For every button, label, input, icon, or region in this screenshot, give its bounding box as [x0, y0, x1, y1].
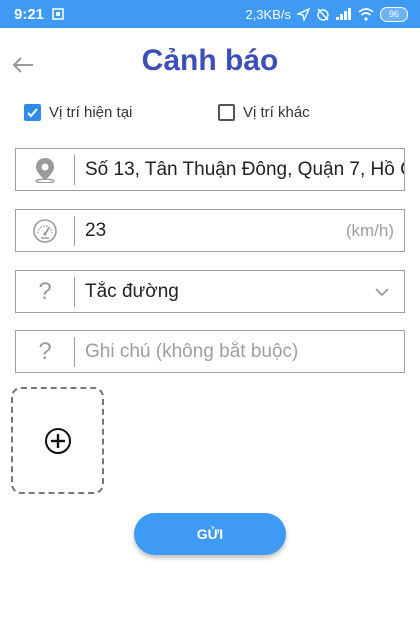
- checkbox-unchecked-icon[interactable]: [218, 104, 235, 121]
- battery-icon: 96: [380, 6, 408, 22]
- checkbox-checked-icon[interactable]: [24, 104, 41, 121]
- location-arrow-icon: [297, 7, 310, 21]
- network-speed: 2,3KB/s: [245, 6, 291, 22]
- question-icon: ?: [38, 277, 52, 305]
- speedometer-icon: [16, 210, 74, 251]
- status-time: 9:21: [14, 5, 45, 23]
- speed-unit: (km/h): [345, 220, 394, 240]
- note-field[interactable]: ? Ghi chú (không bắt buộc): [15, 330, 405, 373]
- notification-icon: [52, 8, 64, 20]
- current-location-label: Vị trí hiện tại: [49, 104, 133, 121]
- page-title: Cảnh báo: [141, 44, 279, 77]
- alarm-off-icon: [316, 7, 330, 21]
- status-bar: 9:21 2,3KB/s 96: [0, 0, 420, 28]
- other-location-option[interactable]: Vị trí khác: [218, 104, 310, 121]
- add-photo-button[interactable]: [11, 387, 104, 494]
- address-field[interactable]: Số 13, Tân Thuận Đông, Quận 7, Hồ Chí Mi…: [15, 148, 405, 191]
- question-icon: ?: [38, 337, 52, 365]
- plus-circle-icon: [44, 427, 71, 454]
- other-location-label: Vị trí khác: [243, 104, 310, 121]
- wifi-icon: [358, 7, 374, 21]
- submit-label: GỬI: [196, 526, 224, 542]
- speed-field[interactable]: 23 (km/h): [15, 209, 405, 252]
- signal-icon: [336, 8, 352, 20]
- warning-type-select[interactable]: ? Tắc đường: [15, 270, 405, 313]
- chevron-down-icon[interactable]: [360, 287, 404, 297]
- address-value: Số 13, Tân Thuận Đông, Quận 7, Hồ Chí Mi…: [85, 158, 404, 180]
- note-placeholder: Ghi chú (không bắt buộc): [85, 340, 299, 362]
- submit-button[interactable]: GỬI: [134, 513, 286, 555]
- warning-type-value: Tắc đường: [85, 280, 179, 302]
- current-location-option[interactable]: Vị trí hiện tại: [24, 104, 132, 121]
- speed-value: 23: [85, 219, 107, 241]
- location-pin-icon: [16, 149, 74, 190]
